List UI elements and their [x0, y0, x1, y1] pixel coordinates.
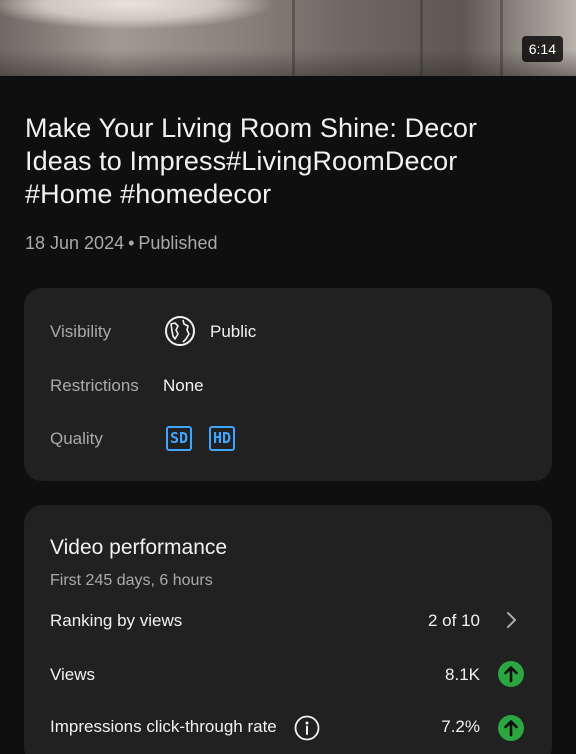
ctr-value: 7.2% — [441, 717, 480, 736]
video-thumbnail[interactable]: 6:14 — [0, 0, 576, 76]
performance-subtitle: First 245 days, 6 hours — [50, 572, 213, 589]
chevron-right-icon[interactable] — [504, 611, 518, 629]
video-title: Make Your Living Room Shine: Decor Ideas… — [25, 113, 478, 209]
globe-icon — [165, 316, 195, 346]
video-meta: 18 Jun 2024 • Published — [25, 233, 218, 253]
video-performance-card: Video performance First 245 days, 6 hour… — [24, 505, 552, 754]
restrictions-value: None — [163, 376, 204, 395]
views-label: Views — [50, 665, 96, 684]
ctr-label: Impressions click-through rate — [50, 717, 277, 736]
visibility-value[interactable]: Public — [210, 322, 256, 342]
sd-badge: SD — [166, 426, 193, 451]
video-details-card: Visibility Public Restrictions None Qual… — [24, 288, 552, 481]
ranking-label: Ranking by views — [50, 611, 183, 630]
info-icon[interactable] — [294, 715, 320, 741]
quality-label: Quality — [50, 429, 103, 448]
publish-date: 18 Jun 2024 — [25, 233, 125, 253]
visibility-label: Visibility — [50, 322, 112, 341]
publish-status: Published — [138, 233, 218, 253]
video-duration: 6:14 — [521, 36, 563, 62]
performance-title: Video performance — [50, 536, 228, 559]
views-value: 8.1K — [445, 665, 480, 684]
restrictions-label: Restrictions — [50, 376, 139, 395]
hd-badge: HD — [209, 426, 236, 451]
arrow-up-icon — [498, 661, 524, 687]
ranking-value: 2 of 10 — [428, 611, 480, 630]
arrow-up-icon — [498, 715, 524, 741]
